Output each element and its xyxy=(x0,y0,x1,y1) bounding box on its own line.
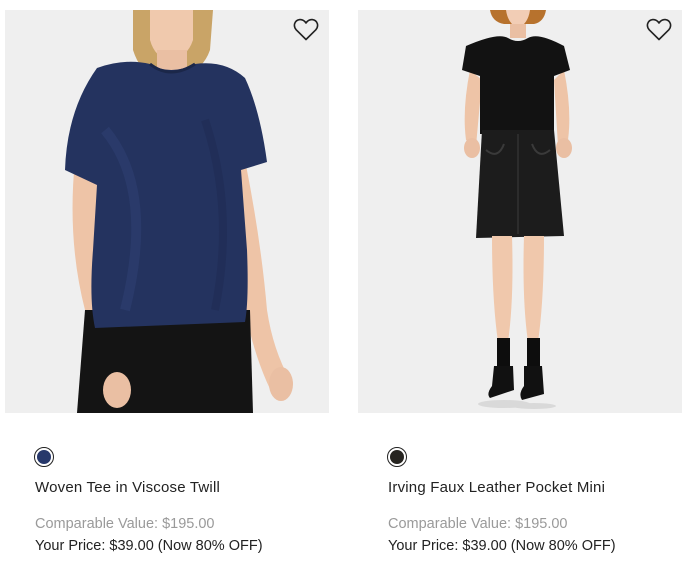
wishlist-heart-icon[interactable] xyxy=(293,18,319,42)
product-card[interactable]: Irving Faux Leather Pocket Mini Comparab… xyxy=(358,10,682,560)
swatch-color-dot xyxy=(37,450,51,464)
wishlist-heart-icon[interactable] xyxy=(646,18,672,42)
product-image-leather-skirt[interactable] xyxy=(358,10,682,413)
comparable-value: Comparable Value: $195.00 xyxy=(35,516,215,532)
product-photo xyxy=(5,10,329,413)
product-name[interactable]: Irving Faux Leather Pocket Mini xyxy=(388,479,605,496)
your-price: Your Price: $39.00 (Now 80% OFF) xyxy=(388,538,616,554)
swatch-color-dot xyxy=(390,450,404,464)
product-card[interactable]: Woven Tee in Viscose Twill Comparable Va… xyxy=(5,10,329,560)
color-swatch-navy[interactable] xyxy=(34,447,54,467)
your-price: Your Price: $39.00 (Now 80% OFF) xyxy=(35,538,263,554)
comparable-value: Comparable Value: $195.00 xyxy=(388,516,568,532)
product-name[interactable]: Woven Tee in Viscose Twill xyxy=(35,479,220,496)
color-swatch-black[interactable] xyxy=(387,447,407,467)
product-photo xyxy=(358,10,682,413)
product-image-navy-tee[interactable] xyxy=(5,10,329,413)
